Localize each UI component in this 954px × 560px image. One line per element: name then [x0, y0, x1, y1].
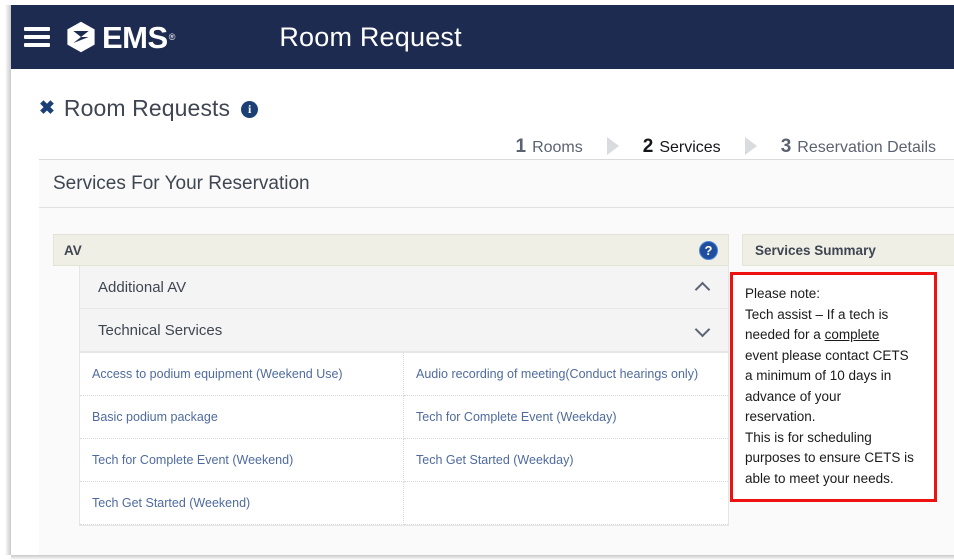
service-group-header-av: AV ?: [53, 234, 729, 266]
info-icon[interactable]: i: [241, 101, 258, 118]
service-item-cell[interactable]: Tech Get Started (Weekend): [80, 482, 404, 525]
hamburger-bar-3: [24, 43, 50, 47]
wizard-step-reservation-details-label: Reservation Details: [797, 139, 936, 157]
note-line: purposes to ensure CETS is: [745, 448, 924, 469]
service-link[interactable]: Tech Get Started (Weekend): [92, 496, 250, 510]
service-group-title: AV: [64, 243, 82, 258]
services-left-column: AV ? Additional AV Technical Services: [39, 208, 729, 555]
service-link[interactable]: Audio recording of meeting(Conduct heari…: [416, 367, 698, 381]
service-link[interactable]: Tech Get Started (Weekday): [416, 453, 573, 467]
services-summary-header: Services Summary: [742, 234, 954, 266]
app-window: EMS ® Room Request ✖ Room Requests i 1 R…: [0, 0, 954, 560]
service-items-grid: Access to podium equipment (Weekend Use)…: [79, 353, 729, 526]
service-link[interactable]: Tech for Complete Event (Weekend): [92, 453, 293, 467]
hamburger-menu-icon[interactable]: [24, 27, 50, 47]
note-line-with-emphasis: needed for a complete: [745, 325, 924, 346]
note-line: Tech assist – If a tech is: [745, 305, 924, 326]
ems-logo[interactable]: EMS ®: [64, 20, 175, 54]
note-line: advance of your: [745, 387, 924, 408]
services-body: AV ? Additional AV Technical Services: [39, 208, 954, 555]
service-accordion-list: Additional AV Technical Services: [79, 266, 729, 353]
ems-logo-trademark: ®: [169, 32, 176, 42]
service-link[interactable]: Access to podium equipment (Weekend Use): [92, 367, 343, 381]
note-line: reservation.: [745, 407, 924, 428]
accordion-item-additional-av-label: Additional AV: [98, 279, 186, 296]
hamburger-bar-2: [24, 35, 50, 39]
close-icon[interactable]: ✖: [39, 99, 55, 118]
section-header: Services For Your Reservation: [39, 160, 954, 208]
service-item-cell-empty: [404, 482, 728, 525]
note-line: able to meet your needs.: [745, 469, 924, 490]
wizard-step-rooms-number: 1: [515, 136, 526, 158]
service-item-cell[interactable]: Tech for Complete Event (Weekend): [80, 439, 404, 482]
accordion-item-additional-av[interactable]: Additional AV: [80, 266, 728, 309]
wizard-step-services-label: Services: [659, 139, 720, 157]
wizard-step-separator-1-icon: [607, 137, 619, 155]
top-navigation-bar: EMS ® Room Request: [11, 5, 954, 69]
window-bottom-edge: [11, 555, 954, 560]
note-line: Please note:: [745, 284, 924, 305]
wizard-step-separator-2-icon: [745, 137, 757, 155]
page-title: Room Requests: [64, 95, 230, 122]
hamburger-bar-1: [24, 27, 50, 31]
service-item-cell[interactable]: Basic podium package: [80, 396, 404, 439]
services-summary-column: Services Summary Please note: Tech assis…: [729, 208, 954, 555]
section-heading-text: Services For Your Reservation: [39, 173, 310, 195]
page-card: ✖ Room Requests i 1 Rooms 2 Services 3 R…: [11, 69, 954, 555]
wizard-step-services-number: 2: [643, 136, 654, 158]
note-line: This is for scheduling: [745, 428, 924, 449]
note-emphasis-word: complete: [825, 327, 880, 342]
service-item-cell[interactable]: Audio recording of meeting(Conduct heari…: [404, 353, 728, 396]
service-item-cell[interactable]: Tech for Complete Event (Weekday): [404, 396, 728, 439]
accordion-item-technical-services[interactable]: Technical Services: [80, 309, 728, 352]
accordion-item-technical-services-label: Technical Services: [98, 322, 222, 339]
ems-logo-mark-icon: [64, 20, 98, 54]
service-item-cell[interactable]: Access to podium equipment (Weekend Use): [80, 353, 404, 396]
service-link[interactable]: Tech for Complete Event (Weekday): [416, 410, 617, 424]
chevron-up-icon[interactable]: [696, 283, 710, 292]
wizard-step-rooms-label: Rooms: [532, 139, 583, 157]
note-line: event please contact CETS: [745, 346, 924, 367]
help-icon[interactable]: ?: [699, 241, 718, 260]
wizard-step-reservation-details-number: 3: [781, 136, 792, 158]
ems-logo-text: EMS: [102, 22, 168, 53]
app-title: Room Request: [279, 22, 462, 53]
page-header-inner: ✖ Room Requests i: [39, 95, 258, 122]
note-line: a minimum of 10 days in: [745, 366, 924, 387]
service-item-cell[interactable]: Tech Get Started (Weekday): [404, 439, 728, 482]
please-note-box: Please note: Tech assist – If a tech is …: [730, 272, 937, 502]
note-line-prefix: needed for a: [745, 327, 825, 342]
services-summary-title: Services Summary: [755, 243, 876, 258]
service-link[interactable]: Basic podium package: [92, 410, 218, 424]
chevron-down-icon[interactable]: [696, 326, 710, 335]
